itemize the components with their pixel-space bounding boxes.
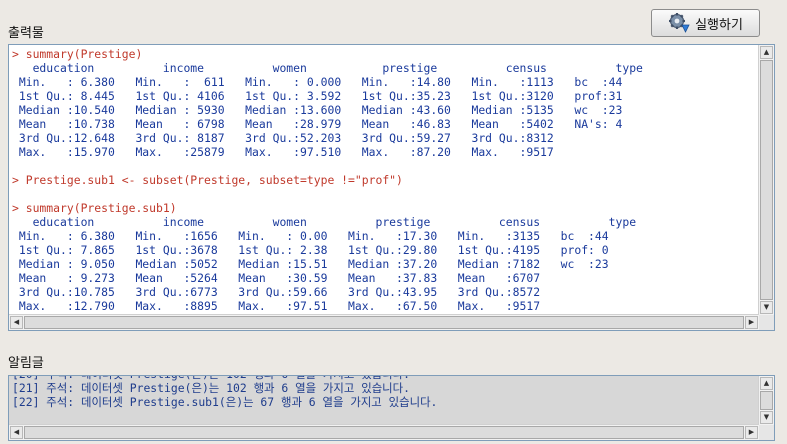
scroll-thumb[interactable] (24, 316, 744, 329)
console-output-line: Mean : 9.273 Mean :5264 Mean :30.59 Mean… (12, 271, 623, 285)
scroll-right-arrow-icon[interactable]: ▶ (745, 316, 758, 329)
gear-icon (669, 13, 690, 33)
messages-section-label: 알림글 (8, 356, 44, 371)
output-pane[interactable]: > summary(Prestige) education income wom… (8, 44, 775, 331)
console-output-line: Max. :15.970 Max. :25879 Max. :97.510 Ma… (12, 145, 637, 159)
console-output-line: education income women prestige census t… (12, 61, 671, 75)
console-output-line: Mean :10.738 Mean : 6798 Mean :28.979 Me… (12, 117, 637, 131)
scroll-down-arrow-icon[interactable]: ▼ (760, 411, 773, 424)
scroll-left-arrow-icon[interactable]: ◀ (10, 316, 23, 329)
scroll-up-arrow-icon[interactable]: ▲ (760, 46, 773, 59)
scroll-thumb[interactable] (760, 60, 773, 300)
console-output-line: education income women prestige census t… (12, 215, 664, 229)
messages-horizontal-scrollbar[interactable]: ◀ ▶ (9, 424, 759, 440)
output-console[interactable]: > summary(Prestige) education income wom… (9, 45, 759, 315)
scroll-left-arrow-icon[interactable]: ◀ (10, 426, 23, 439)
console-output-line: Median :10.540 Median : 5930 Median :13.… (12, 103, 637, 117)
messages-vertical-scrollbar[interactable]: ▲ ▼ (758, 376, 774, 425)
console-command-line: > summary(Prestige) (12, 47, 143, 61)
scroll-up-arrow-icon[interactable]: ▲ (760, 377, 773, 390)
output-horizontal-scrollbar[interactable]: ◀ ▶ (9, 314, 759, 330)
scroll-thumb[interactable] (760, 391, 773, 410)
scroll-down-arrow-icon[interactable]: ▼ (760, 301, 773, 314)
run-button[interactable]: 실행하기 (651, 9, 760, 37)
console-output-line: Min. : 6.380 Min. : 611 Min. : 0.000 Min… (12, 75, 637, 89)
console-output-line: Min. : 6.380 Min. :1656 Min. : 0.00 Min.… (12, 229, 623, 243)
output-section-label: 출력물 (8, 26, 44, 41)
scroll-thumb[interactable] (24, 426, 744, 439)
console-output-line: 1st Qu.: 8.445 1st Qu.: 4106 1st Qu.: 3.… (12, 89, 637, 103)
scroll-right-arrow-icon[interactable]: ▶ (745, 426, 758, 439)
run-button-label: 실행하기 (695, 17, 743, 33)
output-vertical-scrollbar[interactable]: ▲ ▼ (758, 45, 774, 315)
console-command-line: > Prestige.sub1 <- subset(Prestige, subs… (12, 173, 403, 187)
message-line: [21] 주석: 데이터셋 Prestige(은)는 102 행과 6 열을 가… (12, 381, 410, 395)
console-output-line: Median : 9.050 Median :5052 Median :15.5… (12, 257, 623, 271)
console-output-line: 1st Qu.: 7.865 1st Qu.:3678 1st Qu.: 2.3… (12, 243, 623, 257)
scrollbar-corner (759, 315, 774, 330)
messages-console[interactable]: [20] 주석: 데이터셋 Prestige(은)는 102 행과 6 열을 가… (9, 376, 759, 425)
console-output-line: 3rd Qu.:12.648 3rd Qu.: 8187 3rd Qu.:52.… (12, 131, 637, 145)
console-command-line: > summary(Prestige.sub1) (12, 201, 177, 215)
scrollbar-corner (759, 425, 774, 440)
messages-pane[interactable]: [20] 주석: 데이터셋 Prestige(은)는 102 행과 6 열을 가… (8, 375, 775, 441)
console-output-line: Max. :12.790 Max. :8895 Max. :97.51 Max.… (12, 299, 623, 313)
console-output-line: 3rd Qu.:10.785 3rd Qu.:6773 3rd Qu.:59.6… (12, 285, 623, 299)
message-line: [22] 주석: 데이터셋 Prestige.sub1(은)는 67 행과 6 … (12, 395, 438, 409)
